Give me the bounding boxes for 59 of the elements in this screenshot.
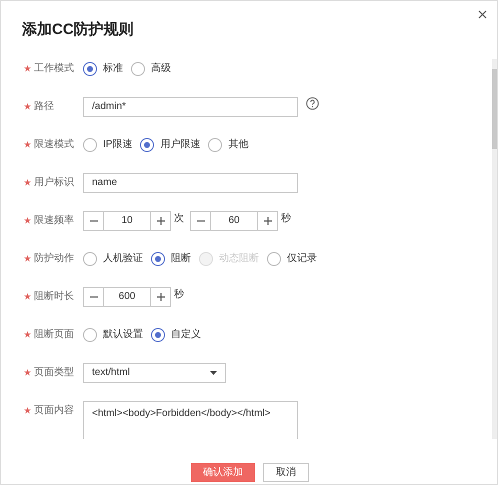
radio-option[interactable]: 自定义 — [151, 327, 201, 342]
unit-label: 次 — [174, 212, 184, 226]
radio-button[interactable] — [131, 62, 145, 76]
radio-button[interactable] — [267, 252, 281, 266]
radio-option[interactable]: 仅记录 — [267, 251, 317, 266]
stepper-value: 10 — [120, 214, 134, 228]
text-field[interactable]: /admin* — [83, 96, 298, 116]
radio-button[interactable] — [208, 138, 222, 152]
radio-button[interactable] — [83, 138, 97, 152]
radio-label: 仅记录 — [287, 252, 317, 266]
select-dropdown[interactable]: text/html — [83, 362, 226, 382]
radio-button[interactable] — [151, 328, 165, 342]
radio-option[interactable]: 阻断 — [151, 251, 191, 266]
radio-button[interactable] — [83, 62, 97, 76]
unit-label: 秒 — [281, 212, 291, 226]
radio-option[interactable]: 默认设置 — [83, 327, 143, 342]
radio-label: 标准 — [103, 62, 123, 76]
radio-label: 阻断 — [171, 252, 191, 266]
radio-label: 高级 — [151, 62, 171, 76]
stepper-value: 600 — [118, 290, 136, 304]
radio-label: 自定义 — [171, 328, 201, 342]
field-label: 路径 — [34, 100, 54, 114]
radio-option[interactable]: 用户限速 — [140, 137, 200, 152]
field-label: 阻断时长 — [34, 290, 74, 304]
radio-button[interactable] — [140, 138, 154, 152]
scrollbar[interactable] — [492, 58, 497, 438]
radio-button[interactable] — [83, 252, 97, 266]
radio-button[interactable] — [83, 328, 97, 342]
radio-label: IP限速 — [103, 138, 132, 152]
close-icon[interactable] — [478, 10, 487, 19]
radio-option[interactable]: 其他 — [208, 137, 248, 152]
radio-label: 人机验证 — [103, 252, 143, 266]
field-label: 限速模式 — [34, 138, 74, 152]
field-label: 工作模式 — [34, 62, 74, 76]
radio-label: 默认设置 — [103, 328, 143, 342]
field-label: 用户标识 — [34, 176, 74, 190]
field-label: 页面内容 — [34, 404, 74, 418]
text-area[interactable]: <html><body>Forbidden</body></html> — [83, 400, 298, 438]
radio-option[interactable]: 标准 — [83, 61, 123, 76]
caret-icon — [210, 370, 217, 374]
radio-option[interactable]: IP限速 — [83, 137, 132, 152]
unit-label: 秒 — [174, 288, 184, 302]
cancel-button[interactable]: 取消 — [263, 462, 309, 482]
radio-option[interactable]: 人机验证 — [83, 251, 143, 266]
text-field[interactable]: name — [83, 172, 298, 192]
radio-button[interactable] — [151, 252, 165, 266]
field-label: 限速频率 — [34, 214, 74, 228]
stepper-value: 60 — [227, 214, 241, 228]
number-stepper[interactable]: 60 — [190, 210, 278, 230]
dialog-title: 添加CC防护规则 — [22, 20, 134, 40]
radio-option[interactable]: 高级 — [131, 61, 171, 76]
radio-label: 其他 — [228, 138, 248, 152]
number-stepper[interactable]: 600 — [83, 286, 171, 306]
radio-label: 用户限速 — [160, 138, 200, 152]
help-icon[interactable] — [306, 97, 319, 110]
number-stepper[interactable]: 10 — [83, 210, 171, 230]
field-label: 页面类型 — [34, 366, 74, 380]
field-label: 阻断页面 — [34, 328, 74, 342]
field-label: 防护动作 — [34, 252, 74, 266]
